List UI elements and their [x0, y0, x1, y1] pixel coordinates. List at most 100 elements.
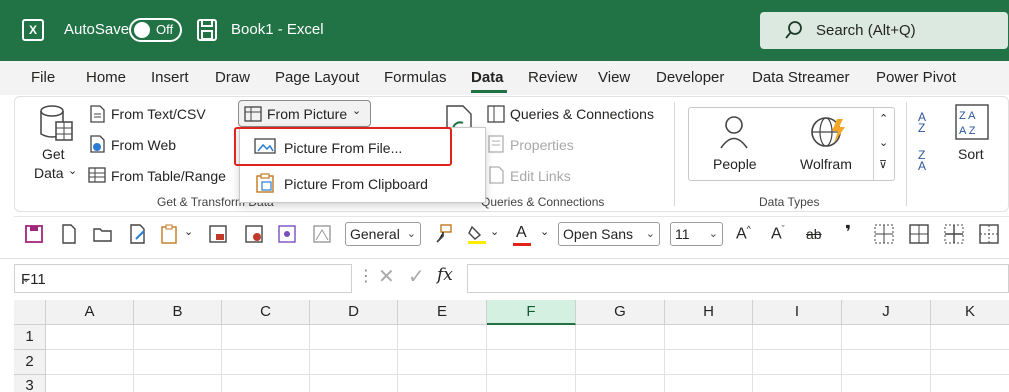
wolfram-icon[interactable]: [810, 115, 846, 149]
column-header[interactable]: C: [222, 300, 310, 325]
row-header[interactable]: 3: [14, 375, 46, 392]
toggle-knob: [134, 22, 150, 38]
outside-borders-icon[interactable]: [979, 224, 999, 244]
wolfram-data-type[interactable]: Wolfram: [800, 156, 852, 172]
strikethrough-icon[interactable]: ab: [806, 226, 822, 242]
font-name-value: Open Sans: [563, 226, 634, 242]
save-icon[interactable]: [197, 19, 217, 41]
tab-review[interactable]: Review: [528, 69, 577, 86]
column-header-selected[interactable]: F: [487, 300, 576, 325]
from-table-range-button[interactable]: From Table/Range: [111, 168, 226, 184]
search-box[interactable]: Search (Alt+Q): [760, 12, 1008, 49]
chevron-down-icon[interactable]: ⌄: [21, 271, 343, 285]
clipboard-icon: [256, 173, 274, 193]
tab-page-layout[interactable]: Page Layout: [275, 69, 359, 86]
sort-button[interactable]: Sort: [958, 146, 984, 162]
chevron-down-icon[interactable]: ⌄: [184, 225, 193, 238]
from-text-csv-button[interactable]: From Text/CSV: [111, 106, 206, 122]
tab-view[interactable]: View: [598, 69, 630, 86]
name-box[interactable]: F11 ⌄: [14, 264, 352, 293]
font-color-icon[interactable]: A: [516, 224, 527, 242]
group-queries-connections: Queries & Connections: [481, 195, 605, 209]
more-options-icon[interactable]: ⋮: [358, 266, 374, 286]
row-header[interactable]: 2: [14, 350, 46, 375]
new-file-icon[interactable]: [59, 224, 79, 244]
column-header[interactable]: A: [46, 300, 134, 325]
cancel-icon[interactable]: ✕: [378, 264, 395, 289]
inside-borders-icon[interactable]: [944, 224, 964, 244]
more-icon[interactable]: ⊽: [879, 158, 887, 171]
border-icon[interactable]: [874, 224, 894, 244]
chevron-down-icon[interactable]: ⌄: [490, 225, 499, 238]
format-painter-icon[interactable]: [433, 224, 453, 244]
gridline: [841, 325, 842, 392]
column-header[interactable]: G: [576, 300, 665, 325]
tab-data[interactable]: Data: [471, 69, 504, 86]
group-divider: [906, 102, 907, 206]
enter-icon[interactable]: ✓: [408, 264, 425, 289]
sort-za-icon[interactable]: ZA: [918, 149, 926, 172]
open-folder-icon[interactable]: [93, 224, 113, 244]
chevron-down-icon: ⌄: [406, 228, 416, 240]
queries-connections-button[interactable]: Queries & Connections: [510, 106, 654, 122]
gridline: [752, 325, 753, 392]
chevron-down-icon[interactable]: ⌄: [68, 164, 77, 177]
all-borders-icon[interactable]: [909, 224, 929, 244]
table-icon: [88, 167, 106, 183]
tab-home[interactable]: Home: [86, 69, 126, 86]
column-header[interactable]: I: [753, 300, 842, 325]
formula-input[interactable]: [467, 264, 1009, 293]
database-icon[interactable]: [38, 104, 76, 144]
row-header[interactable]: 1: [14, 325, 46, 350]
chart-sheet-icon[interactable]: [312, 224, 332, 244]
people-data-type[interactable]: People: [713, 156, 757, 172]
sort-icon[interactable]: Z A A Z: [955, 104, 989, 140]
sort-az-icon[interactable]: AZ: [918, 111, 926, 134]
form-icon[interactable]: [277, 224, 297, 244]
column-header[interactable]: B: [134, 300, 222, 325]
properties-button[interactable]: Properties: [510, 137, 574, 153]
tab-draw[interactable]: Draw: [215, 69, 250, 86]
group-data-types: Data Types: [759, 195, 820, 209]
get-data-label-2[interactable]: Data: [34, 165, 64, 181]
picture-from-clipboard-label: Picture From Clipboard: [284, 176, 428, 192]
edit-links-button[interactable]: Edit Links: [510, 168, 571, 184]
column-header[interactable]: D: [310, 300, 398, 325]
number-format-select[interactable]: General ⌄: [345, 222, 421, 246]
insert-function-icon[interactable]: fx: [437, 265, 453, 285]
tab-developer[interactable]: Developer: [656, 69, 724, 86]
picture-from-clipboard-item[interactable]: Picture From Clipboard: [240, 166, 485, 200]
increase-font-icon[interactable]: A^: [736, 224, 751, 243]
scroll-down-icon[interactable]: ⌄: [879, 136, 888, 149]
scroll-up-icon[interactable]: ⌃: [879, 112, 888, 125]
gridline: [930, 325, 931, 392]
column-header[interactable]: E: [398, 300, 487, 325]
paste-icon[interactable]: [160, 224, 180, 244]
select-all-corner[interactable]: [14, 300, 46, 325]
fill-color-icon[interactable]: [467, 224, 487, 244]
tab-data-streamer[interactable]: Data Streamer: [752, 69, 850, 86]
tab-formulas[interactable]: Formulas: [384, 69, 447, 86]
from-picture-button[interactable]: From Picture ⌄: [238, 100, 371, 127]
tab-power-pivot[interactable]: Power Pivot: [876, 69, 956, 86]
font-size-select[interactable]: 11 ⌄: [670, 222, 723, 246]
chevron-down-icon[interactable]: ⌄: [540, 225, 549, 238]
people-icon[interactable]: [719, 115, 749, 149]
record-macro-icon[interactable]: [244, 224, 264, 244]
comma-style-icon[interactable]: ❜: [845, 222, 851, 243]
from-web-button[interactable]: From Web: [111, 137, 176, 153]
search-icon: [785, 21, 802, 39]
column-header[interactable]: J: [842, 300, 931, 325]
font-name-select[interactable]: Open Sans ⌄: [558, 222, 660, 246]
column-header[interactable]: H: [665, 300, 753, 325]
tab-insert[interactable]: Insert: [151, 69, 189, 86]
number-format-value: General: [350, 226, 400, 242]
print-preview-icon[interactable]: [208, 224, 228, 244]
get-data-label-1[interactable]: Get: [42, 146, 65, 162]
column-header[interactable]: K: [931, 300, 1009, 325]
save-icon[interactable]: [24, 224, 44, 244]
decrease-font-icon[interactable]: Aˇ: [771, 224, 785, 243]
autosave-toggle[interactable]: Off: [129, 18, 182, 42]
edit-document-icon[interactable]: [128, 224, 148, 244]
tab-file[interactable]: File: [31, 69, 55, 86]
